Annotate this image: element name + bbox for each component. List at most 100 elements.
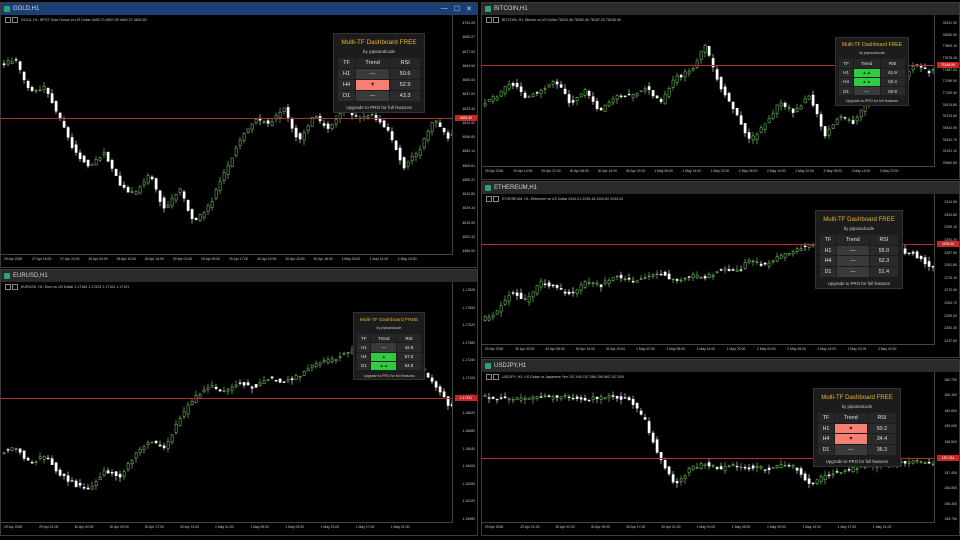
candle-body (322, 359, 326, 362)
candle-body (378, 118, 382, 123)
candle-body (218, 389, 222, 392)
symbol-info: ETHEREUM, H1: Ethereum vs US Dollar 2294… (486, 196, 623, 202)
dashboard-row: H4 ▼ 52.9 (336, 79, 421, 91)
price-axis[interactable]: 2310.50 2304.80 2299.10 2293.20 2287.50 2281.… (934, 194, 959, 345)
dashboard-row: D1—43.3 (336, 90, 421, 102)
time-axis[interactable]: 29 Apr 2026 30 Apr 02:00 30 Apr 08:00 30 Ap… (482, 344, 935, 357)
chart-window-eurusd[interactable]: EURUSD,H1 EURUSD, H1: Euro vs US Dollar 1… (0, 269, 478, 536)
toolbar-icons[interactable] (486, 17, 499, 23)
sell-icon[interactable] (486, 17, 492, 23)
candle-body (194, 395, 198, 403)
maximize-button[interactable]: ☐ (454, 5, 460, 13)
candle-body (723, 466, 727, 471)
candle-body (787, 464, 791, 467)
time-axis-label: 1 May 09:00 (767, 525, 786, 529)
candle-body (703, 276, 707, 279)
candle-body (811, 94, 815, 106)
toolbar-icons[interactable] (486, 196, 499, 202)
price-axis-label: 2259.00 (944, 313, 957, 318)
time-axis-label: 30 Apr 22:00 (626, 169, 646, 173)
chart-window-gold[interactable]: GOLD,H1— ☐ ✕ GOLD, H1: SPOT Gold Ounce vs U… (0, 2, 478, 268)
candle-body (54, 462, 58, 472)
candle-body (110, 160, 114, 169)
time-axis-label: 1 May 17:00 (837, 525, 857, 529)
time-axis[interactable]: 29 Apr 2026 29 Apr 14:00 29 Apr 22:00 30 Ap… (482, 166, 935, 179)
candle-body (418, 149, 422, 156)
sell-icon[interactable] (5, 284, 11, 290)
chart-window-ethereum[interactable]: ETHEREUM,H1 ETHEREUM, H1: Ethereum vs US … (481, 181, 960, 358)
candle-body (767, 262, 771, 267)
candle-body (903, 460, 907, 464)
candle-body (190, 209, 194, 220)
candle-body (695, 274, 699, 279)
candle-body (138, 448, 142, 453)
close-button[interactable]: ✕ (466, 5, 472, 13)
candle-body (278, 378, 282, 383)
candle-body (663, 271, 667, 276)
time-axis-label: 30 Apr 02:00 (555, 525, 575, 529)
candle-body (386, 126, 390, 131)
time-axis[interactable]: 29 Apr 2026 29 Apr 21:00 30 Apr 02:00 30 Ap… (482, 522, 935, 535)
toolbar-icons[interactable] (5, 284, 18, 290)
price-axis-label: 4677.93 (462, 49, 475, 54)
dashboard-table: TF Trend RSI H1—42.9 H4 ▲ 57.5 D1 ▲▲ 54.8 (356, 333, 422, 371)
chart-window-bitcoin[interactable]: BITCOIN,H1 BITCOIN, H1: Bitcoin vs US Dol… (481, 2, 960, 180)
candle-body (202, 389, 206, 393)
time-axis[interactable]: 29 Apr 2026 29 Apr 21:00 30 Apr 02:00 30 Ap… (1, 522, 453, 535)
candle-body (350, 112, 354, 116)
candle-body (775, 465, 779, 469)
candle-body (198, 214, 202, 221)
toolbar-icons[interactable] (5, 17, 18, 23)
sell-icon[interactable] (486, 374, 492, 380)
sell-icon[interactable] (5, 17, 11, 23)
candle-body (647, 275, 651, 278)
price-axis[interactable]: 4704.25 4690.27 4677.93 4664.50 4650.53 4637.… (452, 15, 477, 255)
price-axis-label: 159.600 (944, 408, 957, 413)
candle-body (250, 386, 254, 389)
time-axis-label: 28 Apr 2026 (4, 257, 23, 261)
candle-body (559, 84, 563, 88)
buy-icon[interactable] (493, 196, 499, 202)
candle-body (783, 252, 787, 258)
candle-body (262, 380, 266, 384)
buy-icon[interactable] (12, 17, 18, 23)
candle-body (839, 116, 843, 119)
sell-icon[interactable] (486, 196, 492, 202)
price-axis-label: 1.17650 (462, 305, 475, 310)
candle-body (210, 385, 214, 388)
rsi-cell: 42.9 (396, 342, 422, 353)
dashboard-header: Trend (370, 333, 398, 344)
candle-body (330, 358, 334, 362)
price-axis-label: 158.500 (944, 439, 957, 444)
candle-body (631, 280, 635, 283)
current-price-tag: 1.17191 (455, 394, 477, 401)
symbol-ohlc-text: EURUSD, H1: Euro vs US Dollar 1.17184 1.… (21, 285, 130, 289)
buy-icon[interactable] (493, 374, 499, 380)
candle-body (731, 102, 735, 110)
candle-body (903, 248, 907, 254)
price-axis[interactable]: 160.700160.150159.600159.050158.500157.9… (934, 372, 959, 523)
buy-icon[interactable] (493, 17, 499, 23)
candle-body (274, 380, 278, 382)
dashboard-row: H4—52.3 (818, 255, 900, 268)
time-axis[interactable]: 28 Apr 2026 27 Apr 15:00 27 Apr 22:00 28 Ap… (1, 254, 453, 267)
candle-body (783, 464, 787, 467)
buy-icon[interactable] (12, 284, 18, 290)
bid-price-line (1, 118, 453, 120)
candle-body (763, 469, 767, 471)
price-axis[interactable]: 1.17825 1.17650 1.17520 1.17380 1.17240 1.171… (452, 282, 477, 523)
candle-body (631, 398, 635, 405)
candle-body (799, 468, 803, 475)
candle-body (727, 92, 731, 102)
chart-window-usdjpy[interactable]: USDJPY,H1 USDJPY, H1: US Dollar vs Japane… (481, 359, 960, 536)
candle-body (487, 99, 491, 102)
candlestick-chart[interactable] (1, 270, 453, 523)
candle-body (615, 275, 619, 278)
dashboard-header: TF (336, 57, 357, 69)
candle-body (46, 457, 50, 460)
candle-body (98, 476, 102, 481)
toolbar-icons[interactable] (486, 374, 499, 380)
price-axis[interactable]: 78241.90 78060.50 77869.10 77678.40 77487.00… (934, 15, 959, 167)
trend-cell: ▼ (355, 79, 391, 91)
rsi-cell: 36.3 (866, 444, 898, 456)
